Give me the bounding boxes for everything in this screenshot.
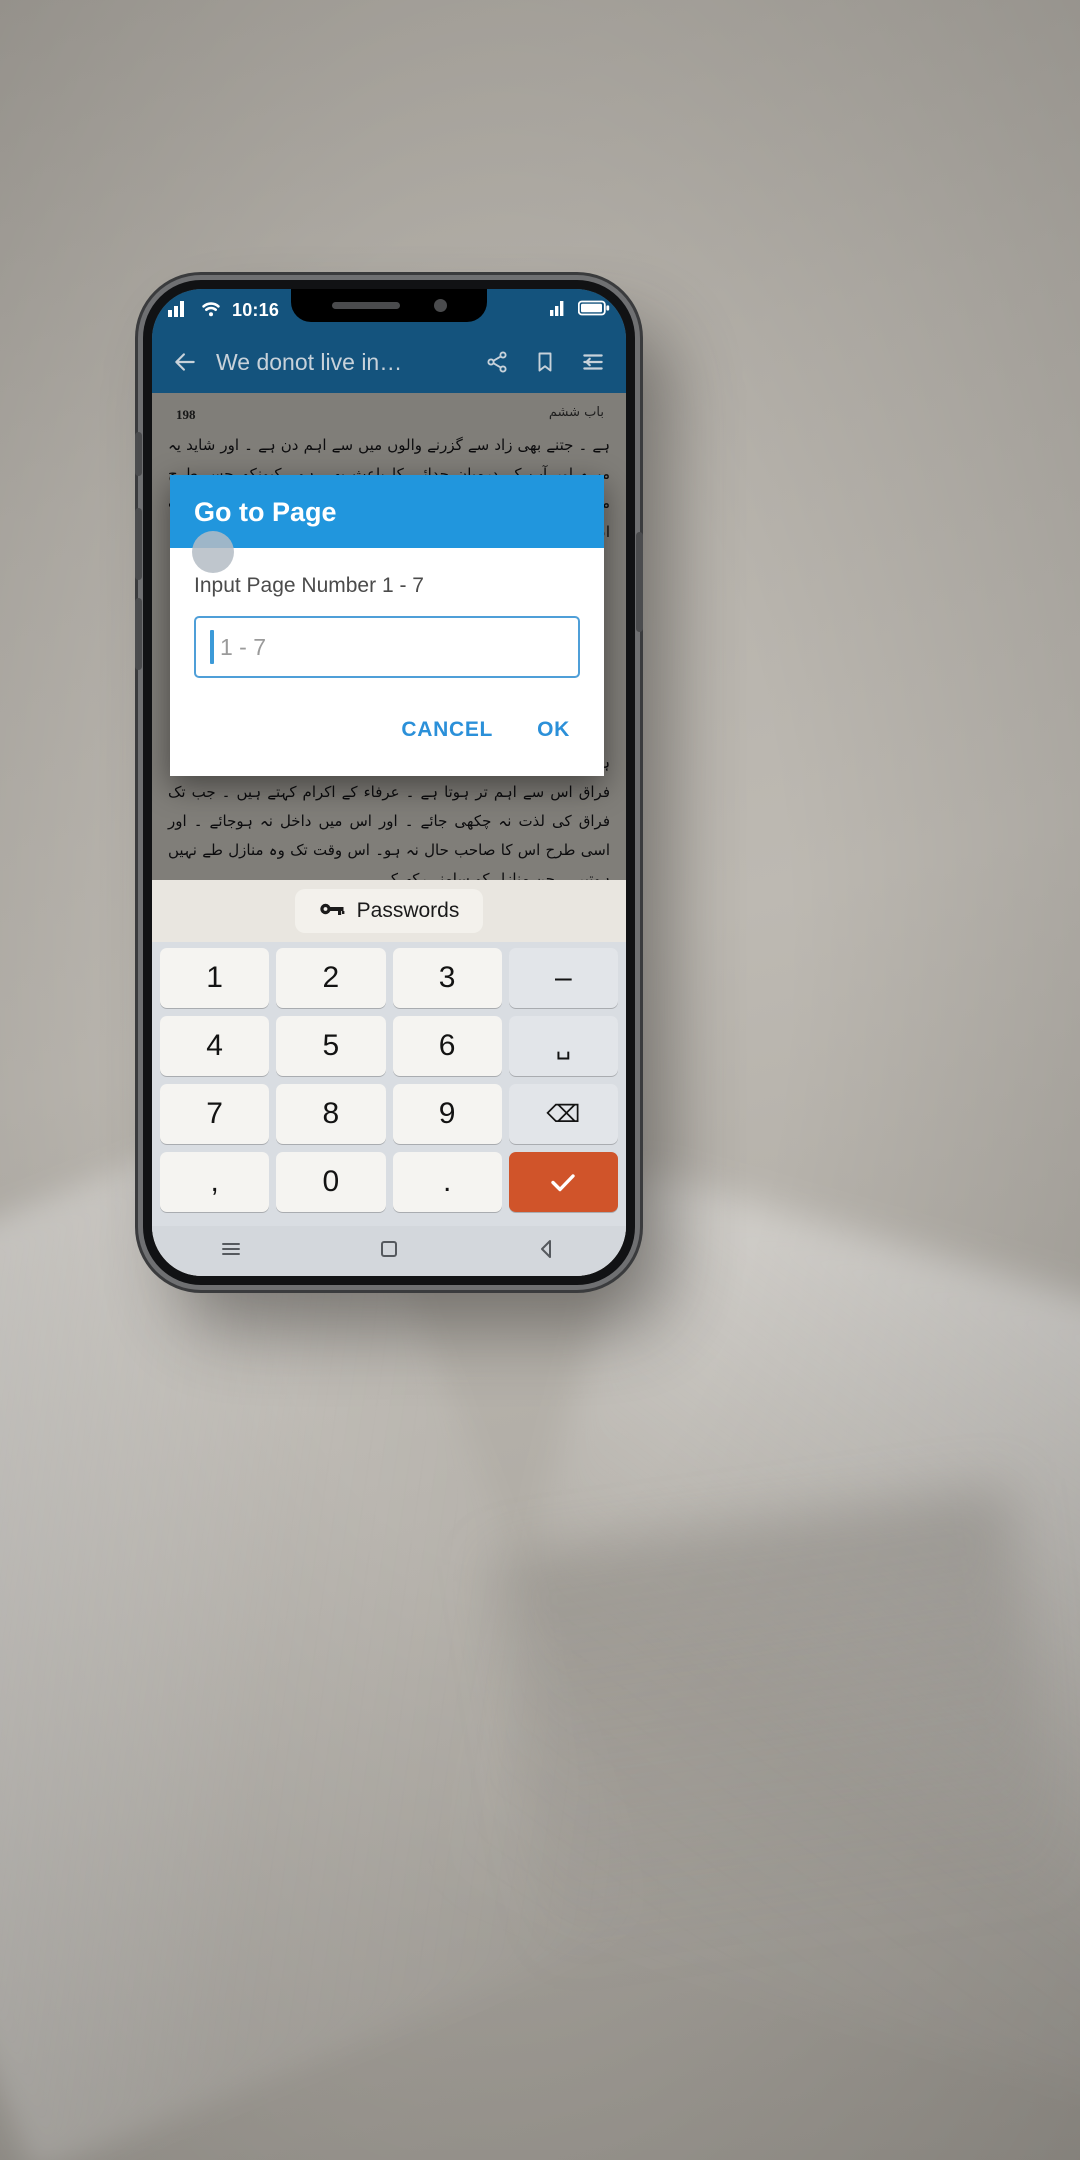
key-enter[interactable]	[508, 1152, 618, 1212]
dialog-message: Input Page Number 1 - 7	[194, 574, 424, 597]
text-caret	[210, 630, 214, 664]
front-camera	[433, 299, 447, 312]
dialog-body: Input Page Number 1 - 7 1 - 7	[170, 548, 604, 686]
cancel-button[interactable]: CANCEL	[385, 708, 509, 752]
ok-button[interactable]: OK	[521, 708, 586, 752]
key-1[interactable]: 1	[160, 948, 270, 1008]
table-of-contents-icon[interactable]	[572, 341, 614, 383]
system-navigation-bar	[152, 1226, 626, 1276]
earpiece-speaker	[331, 302, 400, 309]
key-dash[interactable]: –	[508, 948, 618, 1008]
go-to-page-dialog: Go to Page Input Page Number 1 - 7 1 - 7…	[170, 475, 604, 776]
key-4[interactable]: 4	[160, 1016, 270, 1076]
key-5[interactable]: 5	[276, 1016, 386, 1076]
status-bar-time: 10:16	[232, 299, 280, 320]
volume-up-button[interactable]	[135, 508, 142, 580]
device-notch	[291, 289, 487, 322]
key-comma[interactable]: ,	[160, 1152, 270, 1212]
checkmark-icon	[551, 1174, 576, 1192]
keyboard-row-4: , 0 .	[156, 1152, 622, 1212]
home-icon[interactable]	[377, 1237, 401, 1266]
keyboard-row-3: 7 8 9 ⌫	[156, 1084, 622, 1144]
key-period[interactable]: .	[392, 1152, 502, 1212]
page-number-input-placeholder: 1 - 7	[220, 633, 267, 660]
status-bar-left-group: 10:16	[168, 299, 279, 322]
recents-icon[interactable]	[219, 1237, 243, 1266]
signal-bars-icon	[168, 299, 190, 322]
keyboard-keys: 1 2 3 – 4 5 6 ␣ 7 8 9 ⌫ , 0 .	[152, 942, 626, 1226]
key-2[interactable]: 2	[276, 948, 386, 1008]
phone-device: 10:16 We donot live in… 198 باب ششم ہے ۔…	[135, 280, 643, 1285]
key-8[interactable]: 8	[276, 1084, 386, 1144]
numeric-keyboard: Passwords 1 2 3 – 4 5 6 ␣ 7 8 9 ⌫ , 0 .	[152, 880, 626, 1276]
keyboard-row-1: 1 2 3 –	[156, 948, 622, 1008]
passwords-suggestion-label: Passwords	[356, 899, 460, 922]
bookmark-icon[interactable]	[524, 341, 566, 383]
share-icon[interactable]	[476, 341, 518, 383]
power-button[interactable]	[636, 532, 643, 632]
keyboard-suggestion-bar: Passwords	[152, 880, 626, 942]
key-7[interactable]: 7	[160, 1084, 270, 1144]
keyboard-row-2: 4 5 6 ␣	[156, 1016, 622, 1076]
touch-indicator	[192, 531, 234, 573]
dialog-header: Go to Page	[170, 475, 604, 548]
status-bar: 10:16	[152, 289, 626, 331]
page-number-input[interactable]: 1 - 7	[194, 616, 580, 678]
screenshot-scene: 10:16 We donot live in… 198 باب ششم ہے ۔…	[0, 0, 1080, 2160]
dialog-title: Go to Page	[194, 497, 337, 527]
key-9[interactable]: 9	[392, 1084, 502, 1144]
key-3[interactable]: 3	[392, 948, 502, 1008]
key-space[interactable]: ␣	[508, 1016, 618, 1076]
battery-icon	[577, 300, 610, 321]
volume-down-button[interactable]	[135, 598, 142, 670]
key-0[interactable]: 0	[276, 1152, 386, 1212]
status-bar-right-group	[550, 300, 610, 321]
back-arrow-icon[interactable]	[164, 341, 206, 383]
app-toolbar: We donot live in…	[152, 331, 626, 393]
wifi-icon	[199, 299, 223, 322]
key-backspace[interactable]: ⌫	[508, 1084, 618, 1144]
mute-switch[interactable]	[135, 432, 142, 476]
passwords-suggestion-chip[interactable]: Passwords	[294, 889, 484, 933]
phone-screen: 10:16 We donot live in… 198 باب ششم ہے ۔…	[152, 289, 626, 1276]
page-title: We donot live in…	[216, 348, 403, 375]
signal-bars-2-icon	[550, 300, 570, 321]
nav-back-icon[interactable]	[535, 1237, 559, 1266]
key-6[interactable]: 6	[392, 1016, 502, 1076]
key-icon	[319, 900, 345, 923]
dialog-actions: CANCEL OK	[170, 686, 604, 776]
